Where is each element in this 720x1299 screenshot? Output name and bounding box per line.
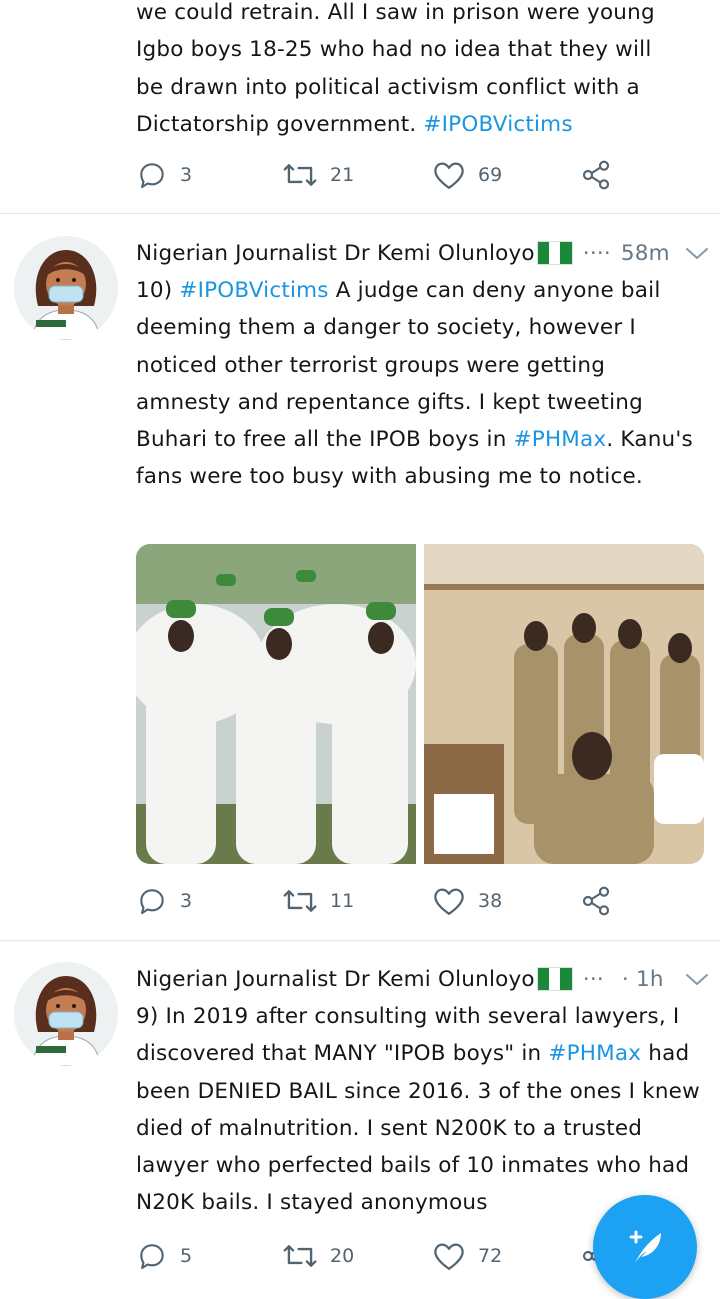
reply-button[interactable]: 3 bbox=[136, 883, 192, 919]
tweet-text-part: 10) bbox=[136, 278, 180, 303]
hashtag-link[interactable]: #IPOBVictims bbox=[179, 278, 328, 303]
like-button[interactable]: 69 bbox=[432, 157, 502, 193]
retweet-count: 21 bbox=[330, 164, 355, 186]
retweet-button[interactable]: 20 bbox=[282, 1238, 354, 1274]
media-image-right[interactable] bbox=[424, 544, 704, 864]
tweet-2-actions: 3 11 38 bbox=[136, 883, 636, 919]
retweet-icon bbox=[283, 1245, 317, 1267]
reply-icon bbox=[140, 889, 164, 915]
tweet-1-line: Dictatorship government. #IPOBVictims bbox=[136, 106, 702, 143]
avatar-cartoon-icon bbox=[14, 962, 118, 1066]
retweet-button[interactable]: 11 bbox=[282, 883, 354, 919]
reply-count: 3 bbox=[180, 164, 193, 186]
author-name[interactable]: Nigerian Journalist Dr Kemi Olunloyo bbox=[136, 967, 535, 992]
like-button[interactable]: 38 bbox=[432, 883, 502, 919]
hashtag-link[interactable]: #PHMax bbox=[548, 1041, 641, 1066]
tweet-divider bbox=[0, 940, 720, 941]
retweet-button[interactable]: 21 bbox=[282, 157, 354, 193]
tweet-1-line-text: Dictatorship government. bbox=[136, 111, 417, 137]
tweet-3-actions: 5 20 72 bbox=[136, 1238, 636, 1274]
retweet-icon bbox=[283, 890, 317, 912]
tweet-1-line: Igbo boys 18-25 who had no idea that the… bbox=[136, 37, 652, 63]
like-button[interactable]: 72 bbox=[432, 1238, 502, 1274]
tweet-1-text: we could retrain. All I saw in prison we… bbox=[136, 0, 702, 143]
tweet-2-text: 10) #IPOBVictims A judge can deny anyone… bbox=[136, 272, 702, 496]
hashtag-link[interactable]: #IPOBVictims bbox=[423, 112, 572, 137]
reply-icon bbox=[140, 1244, 164, 1270]
share-icon bbox=[582, 160, 610, 190]
media-image-left[interactable] bbox=[136, 544, 416, 864]
share-button[interactable] bbox=[580, 157, 612, 193]
tweet-2-header: Nigerian Journalist Dr Kemi Olunloyo ···… bbox=[136, 234, 710, 272]
nigeria-flag-icon bbox=[536, 241, 573, 265]
share-icon bbox=[582, 886, 610, 916]
like-count: 38 bbox=[478, 890, 503, 912]
heart-icon bbox=[434, 162, 464, 189]
retweet-count: 11 bbox=[330, 890, 355, 912]
like-count: 72 bbox=[478, 1245, 503, 1267]
tweet-divider bbox=[0, 213, 720, 214]
nigeria-flag-icon bbox=[536, 967, 573, 991]
tweet-1-line: be drawn into political activism conflic… bbox=[136, 74, 640, 100]
tweet-time[interactable]: 58m bbox=[621, 241, 670, 266]
tweet-text-part: had been DENIED BAIL since 2016. 3 of th… bbox=[136, 1041, 700, 1216]
reply-count: 5 bbox=[180, 1245, 193, 1267]
retweet-icon bbox=[283, 164, 317, 186]
tweet-time[interactable]: · 1h bbox=[622, 967, 664, 992]
chevron-down-icon[interactable] bbox=[684, 243, 710, 263]
author-avatar[interactable] bbox=[14, 236, 118, 340]
author-name[interactable]: Nigerian Journalist Dr Kemi Olunloyo bbox=[136, 241, 535, 266]
tweet-1-line: we could retrain. All I saw in prison we… bbox=[136, 0, 655, 25]
more-dots: ···· bbox=[582, 240, 611, 266]
reply-button[interactable]: 5 bbox=[136, 1238, 192, 1274]
author-avatar[interactable] bbox=[14, 962, 118, 1066]
chevron-down-icon[interactable] bbox=[684, 969, 710, 989]
tweet-3-header: Nigerian Journalist Dr Kemi Olunloyo ···… bbox=[136, 960, 710, 998]
retweet-count: 20 bbox=[330, 1245, 355, 1267]
like-count: 69 bbox=[478, 164, 503, 186]
hashtag-link[interactable]: #PHMax bbox=[514, 427, 607, 452]
tweet-1-actions: 3 21 69 bbox=[136, 157, 636, 193]
reply-icon bbox=[140, 163, 164, 189]
heart-icon bbox=[434, 888, 464, 915]
reply-button[interactable]: 3 bbox=[136, 157, 192, 193]
compose-tweet-button[interactable] bbox=[593, 1195, 697, 1299]
share-button[interactable] bbox=[580, 883, 612, 919]
more-dots: ··· bbox=[582, 966, 604, 992]
photo-men-in-white-icon bbox=[136, 544, 416, 864]
avatar-cartoon-icon bbox=[14, 236, 118, 340]
tweet-3-text: 9) In 2019 after consulting with several… bbox=[136, 998, 702, 1222]
compose-feather-icon bbox=[629, 1230, 661, 1263]
photo-inmates-khaki-icon bbox=[424, 544, 704, 864]
heart-icon bbox=[434, 1243, 464, 1270]
reply-count: 3 bbox=[180, 890, 193, 912]
tweet-media[interactable] bbox=[136, 544, 704, 864]
